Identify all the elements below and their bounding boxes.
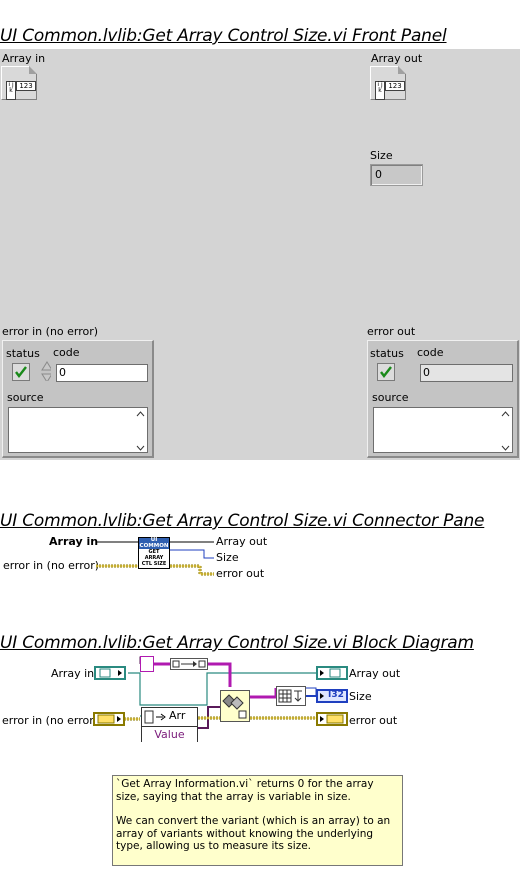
checkmark-icon xyxy=(15,366,27,378)
comment-paragraph-2: We can convert the variant (which is an … xyxy=(116,815,391,852)
front-panel-title: UI Common.lvlib:Get Array Control Size.v… xyxy=(0,26,447,46)
array-index-icon: i j k xyxy=(6,81,16,100)
connector-pane-title: UI Common.lvlib:Get Array Control Size.v… xyxy=(0,511,485,531)
empty-array-constant[interactable] xyxy=(140,656,154,672)
bd-error-in-label: error in (no error) xyxy=(2,714,99,727)
size-type-label: I32 xyxy=(328,690,344,700)
error-out-terminal[interactable] xyxy=(316,712,348,726)
array-out-indicator[interactable]: i j k 123 xyxy=(370,66,406,100)
array-index-icon: i j k xyxy=(375,81,385,100)
vi-icon-caption: GET ARRAY CTL SIZE xyxy=(141,549,167,567)
error-out-status-label: status xyxy=(370,347,404,360)
property-name: Arr xyxy=(169,709,186,722)
variant-terminal-icon xyxy=(99,668,122,678)
error-out-label: error out xyxy=(367,325,416,338)
connector-wires xyxy=(96,541,214,576)
array-size-node[interactable] xyxy=(276,686,306,706)
error-in-label: error in (no error) xyxy=(2,325,99,338)
property-value-row[interactable]: Value xyxy=(142,726,197,742)
error-in-status-checkbox[interactable] xyxy=(12,363,30,381)
error-out-status-indicator xyxy=(377,363,395,381)
scrollbar-icon[interactable] xyxy=(135,409,146,453)
error-cluster-terminal-icon xyxy=(97,714,121,724)
array-out-label: Array out xyxy=(371,52,423,65)
checkmark-icon xyxy=(380,366,392,378)
property-node[interactable]: Arr Value xyxy=(141,707,198,742)
array-out-terminal[interactable] xyxy=(316,666,348,680)
vi-icon-banner: UI COMMON xyxy=(139,537,169,549)
error-in-terminal[interactable] xyxy=(93,712,125,726)
error-out-source-label: source xyxy=(372,391,409,404)
array-in-label: Array in xyxy=(2,52,46,65)
block-diagram-title: UI Common.lvlib:Get Array Control Size.v… xyxy=(0,633,474,653)
array-in-terminal[interactable] xyxy=(94,666,126,680)
size-label: Size xyxy=(370,149,393,162)
scrollbar-icon[interactable] xyxy=(500,409,511,453)
error-in-code-label: code xyxy=(53,346,80,359)
size-terminal[interactable]: I32 xyxy=(316,689,348,703)
array-element-icon: 123 xyxy=(385,81,405,91)
convert-arrow-icon xyxy=(172,660,206,668)
error-out-code-field: 0 xyxy=(420,364,513,382)
bd-error-out-label: error out xyxy=(349,714,398,727)
array-element-icon: 123 xyxy=(16,81,36,91)
array-in-control[interactable]: i j k 123 xyxy=(1,66,37,100)
diagram-comment: `Get Array Information.vi` returns 0 for… xyxy=(112,775,403,866)
vi-icon: UI COMMON GET ARRAY CTL SIZE xyxy=(138,537,170,569)
bd-array-in-label: Array in xyxy=(51,667,95,680)
error-in-code-field[interactable]: 0 xyxy=(56,364,148,382)
variant-terminal-icon xyxy=(320,668,341,678)
array-fold-icon xyxy=(398,66,406,74)
bd-array-out-label: Array out xyxy=(349,667,401,680)
error-in-status-label: status xyxy=(6,347,40,360)
error-out-code-label: code xyxy=(417,346,444,359)
code-increment-decrement-icon[interactable] xyxy=(41,361,51,381)
get-array-info-node[interactable] xyxy=(220,690,250,722)
error-in-source-field[interactable] xyxy=(8,407,148,453)
error-in-source-label: source xyxy=(7,391,44,404)
size-indicator: 0 xyxy=(370,164,423,186)
property-ref-icon xyxy=(144,710,154,724)
array-info-icon xyxy=(222,694,247,719)
array-size-icon xyxy=(278,689,302,703)
error-cluster-terminal-icon xyxy=(320,714,344,724)
comment-paragraph-1: `Get Array Information.vi` returns 0 for… xyxy=(116,778,374,803)
error-out-source-field xyxy=(373,407,513,453)
array-fold-icon xyxy=(29,66,37,74)
variant-to-data-node[interactable] xyxy=(170,658,208,670)
arrow-icon xyxy=(156,713,166,721)
bd-size-label: Size xyxy=(349,690,372,703)
